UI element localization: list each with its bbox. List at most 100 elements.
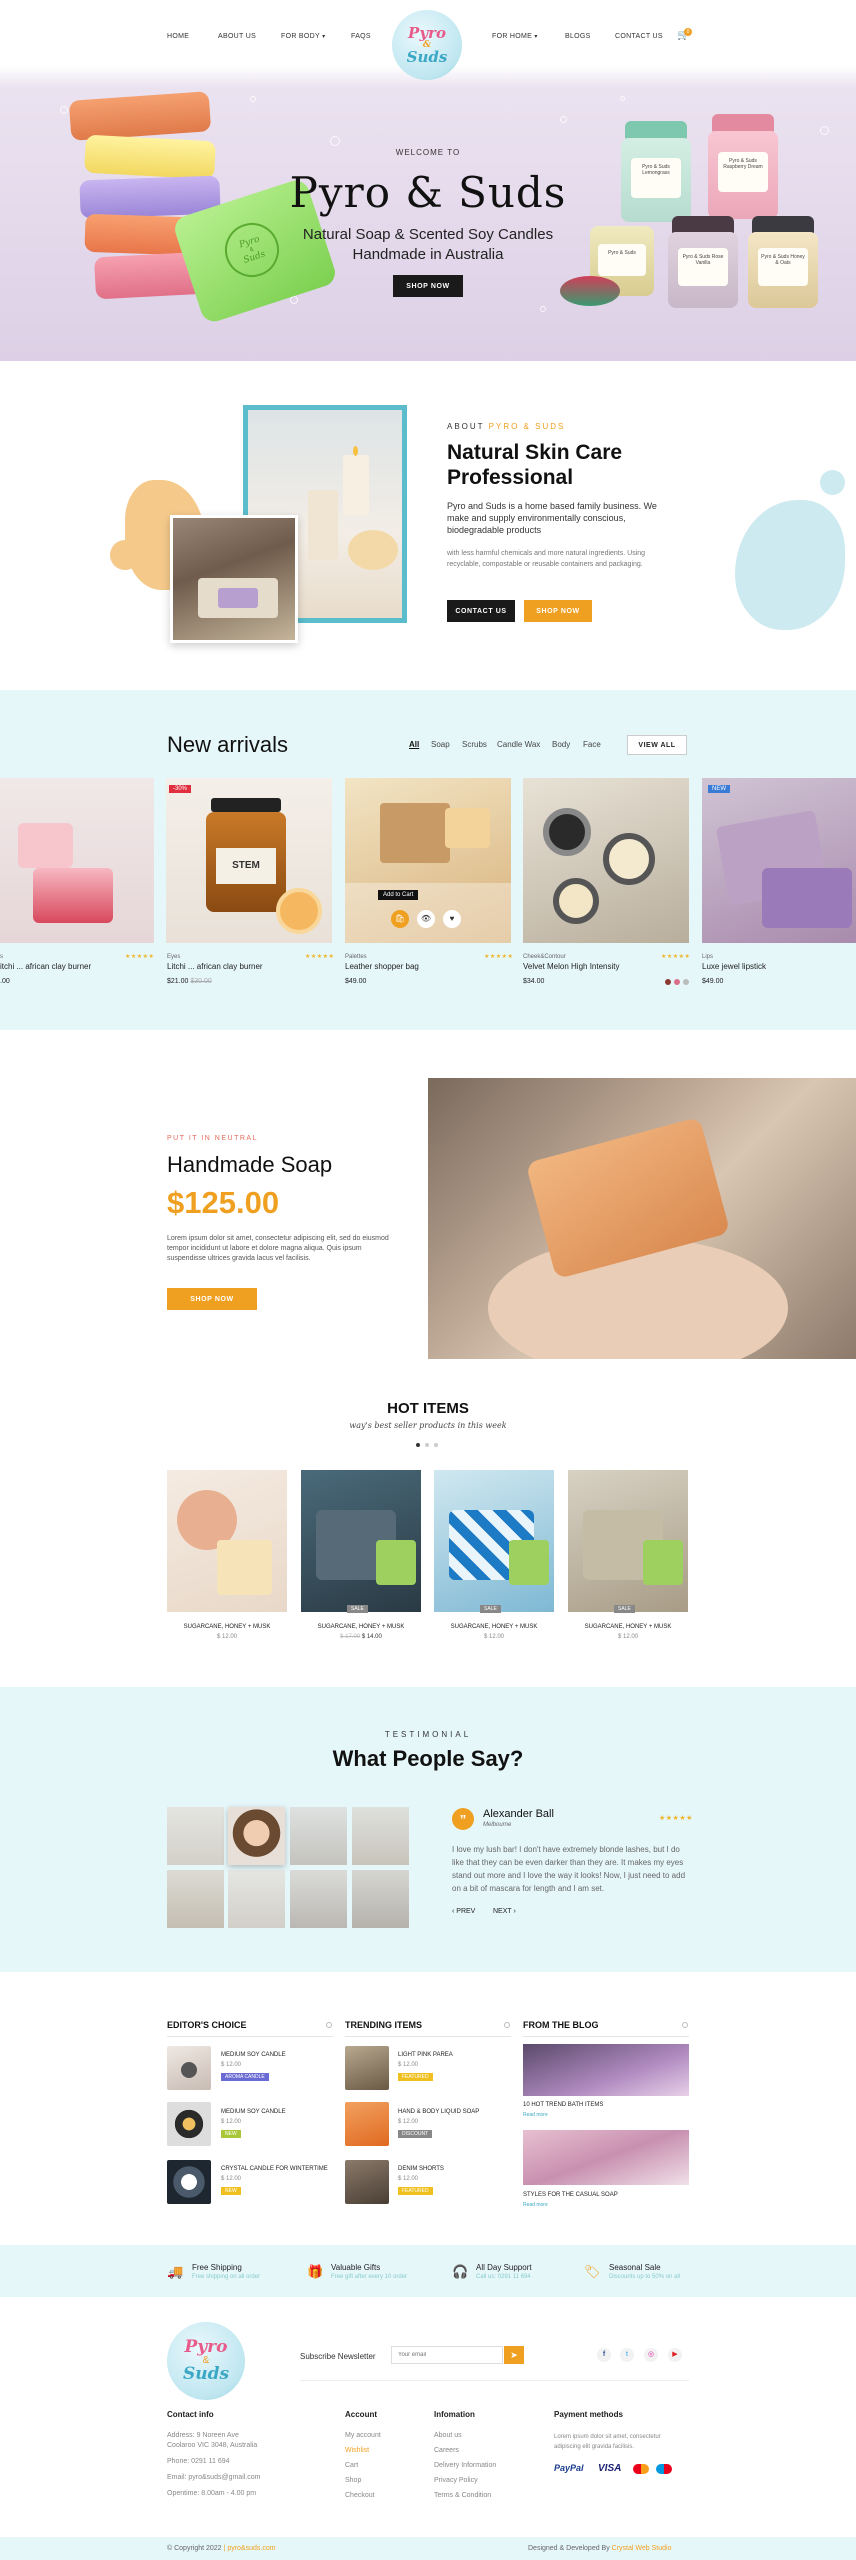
read-more-link[interactable]: Read more xyxy=(523,2112,548,2118)
list-item-name[interactable]: DENIM SHORTS xyxy=(398,2166,444,2172)
about-shop-now-button[interactable]: SHOP NOW xyxy=(524,600,592,622)
footer-link-careers[interactable]: Careers xyxy=(434,2447,459,2454)
email-text[interactable]: Email: pyro&suds@gmail.com xyxy=(167,2474,260,2481)
list-item-image[interactable] xyxy=(167,2046,211,2090)
blog-post-title[interactable]: STYLES FOR THE CASUAL SOAP xyxy=(523,2192,618,2198)
hot-item-name[interactable]: SUGARCANE, HONEY + MUSK xyxy=(301,1624,421,1630)
hot-item-image-2[interactable] xyxy=(301,1470,421,1612)
add-to-cart-icon[interactable]: 🛍 xyxy=(391,910,409,928)
product-name[interactable]: Leather shopper bag xyxy=(345,962,419,971)
nav-for-body[interactable]: FOR BODY ▾ xyxy=(281,33,325,40)
blog-image-2[interactable] xyxy=(523,2130,689,2185)
footer-link-terms[interactable]: Terms & Condition xyxy=(434,2492,491,2499)
blog-post-title[interactable]: 10 HOT TREND BATH ITEMS xyxy=(523,2102,603,2108)
contact-us-button[interactable]: CONTACT US xyxy=(447,600,515,622)
footer-link-shop[interactable]: Shop xyxy=(345,2477,361,2484)
customer-avatar-active[interactable] xyxy=(228,1807,285,1865)
footer-link-cart[interactable]: Cart xyxy=(345,2462,358,2469)
blog-image-1[interactable] xyxy=(523,2044,689,2096)
product-image-1[interactable] xyxy=(0,778,154,943)
list-item-image[interactable] xyxy=(167,2102,211,2146)
nav-contact[interactable]: CONTACT US xyxy=(615,33,663,40)
quick-view-icon[interactable]: 👁 xyxy=(417,910,435,928)
footer-link-wishlist[interactable]: Wishlist xyxy=(345,2447,369,2454)
next-button[interactable]: NEXT › xyxy=(493,1908,516,1915)
footer-link-privacy[interactable]: Privacy Policy xyxy=(434,2477,478,2484)
customer-avatar[interactable] xyxy=(167,1870,224,1928)
tab-face[interactable]: Face xyxy=(583,740,601,749)
carousel-dot[interactable] xyxy=(434,1443,438,1447)
list-item-name[interactable]: CRYSTAL CANDLE FOR WINTERTIME xyxy=(221,2166,328,2172)
customer-avatar[interactable] xyxy=(167,1807,224,1865)
send-icon[interactable]: ➤ xyxy=(504,2346,524,2364)
product-image-4[interactable] xyxy=(523,778,689,943)
hero-shop-now-button[interactable]: SHOP NOW xyxy=(393,275,463,297)
list-item-name[interactable]: LIGHT PINK PAREA xyxy=(398,2052,453,2058)
list-item-image[interactable] xyxy=(167,2160,211,2204)
tab-soap[interactable]: Soap xyxy=(431,740,450,749)
footer-link-my-account[interactable]: My account xyxy=(345,2432,381,2439)
hot-item-image-3[interactable] xyxy=(434,1470,554,1612)
wishlist-heart-icon[interactable]: ♥ xyxy=(443,910,461,928)
divider xyxy=(523,2036,689,2037)
credit-link[interactable]: Crystal Web Studio xyxy=(612,2545,672,2552)
color-swatch[interactable] xyxy=(665,979,671,985)
carousel-dot-active[interactable] xyxy=(416,1443,420,1447)
nav-blogs[interactable]: BLOGS xyxy=(565,33,591,40)
list-item-name[interactable]: MEDIUM SOY CANDLE xyxy=(221,2109,286,2115)
bubble xyxy=(620,96,625,101)
nav-for-home[interactable]: FOR HOME ▾ xyxy=(492,33,538,40)
customer-avatar[interactable] xyxy=(290,1807,347,1865)
footer-link-about[interactable]: About us xyxy=(434,2432,462,2439)
testimonial-city: Melbourne xyxy=(483,1822,512,1828)
product-name[interactable]: Luxe jewel lipstick xyxy=(702,962,766,971)
customer-avatar[interactable] xyxy=(228,1870,285,1928)
product-image-5[interactable] xyxy=(702,778,856,943)
tab-scrubs[interactable]: Scrubs xyxy=(462,740,487,749)
color-swatch[interactable] xyxy=(674,979,680,985)
prev-button[interactable]: ‹ PREV xyxy=(452,1908,475,1915)
list-item-image[interactable] xyxy=(345,2046,389,2090)
hot-item-name[interactable]: SUGARCANE, HONEY + MUSK xyxy=(568,1624,688,1630)
site-logo[interactable]: Pyro & Suds xyxy=(392,10,462,80)
tab-candle-wax[interactable]: Candle Wax xyxy=(497,740,540,749)
list-item-name[interactable]: HAND & BODY LIQUID SOAP xyxy=(398,2109,479,2115)
hot-item-image-1[interactable] xyxy=(167,1470,287,1612)
about-image-soap xyxy=(170,515,298,643)
nav-about[interactable]: ABOUT US xyxy=(218,33,256,40)
list-item-image[interactable] xyxy=(345,2160,389,2204)
product-name[interactable]: itchi ... african clay burner xyxy=(0,962,91,971)
customer-avatar[interactable] xyxy=(290,1870,347,1928)
hot-item-name[interactable]: SUGARCANE, HONEY + MUSK xyxy=(167,1624,287,1630)
nav-home[interactable]: HOME xyxy=(167,33,189,40)
footer-logo[interactable]: Pyro & Suds xyxy=(167,2322,245,2400)
product-name[interactable]: Litchi ... african clay burner xyxy=(167,962,263,971)
customer-avatar[interactable] xyxy=(352,1870,409,1928)
read-more-link[interactable]: Read more xyxy=(523,2202,548,2208)
feature-shop-now-button[interactable]: SHOP NOW xyxy=(167,1288,257,1310)
hot-item-name[interactable]: SUGARCANE, HONEY + MUSK xyxy=(434,1624,554,1630)
footer-link-checkout[interactable]: Checkout xyxy=(345,2492,375,2499)
instagram-icon[interactable]: ◎ xyxy=(644,2348,658,2362)
color-swatch[interactable] xyxy=(683,979,689,985)
view-all-button[interactable]: VIEW ALL xyxy=(627,735,687,755)
tab-all[interactable]: All xyxy=(409,740,419,749)
youtube-icon[interactable]: ▶ xyxy=(668,2348,682,2362)
twitter-icon[interactable]: t xyxy=(620,2348,634,2362)
nav-faqs[interactable]: FAQS xyxy=(351,33,371,40)
hot-item-image-4[interactable] xyxy=(568,1470,688,1612)
tab-body[interactable]: Body xyxy=(552,740,570,749)
carousel-dot[interactable] xyxy=(425,1443,429,1447)
product-image-2[interactable]: STEM xyxy=(166,778,332,943)
product-name[interactable]: Velvet Melon High Intensity xyxy=(523,962,620,971)
footer-link-delivery[interactable]: Delivery Information xyxy=(434,2462,496,2469)
candle xyxy=(343,455,369,515)
customer-avatar[interactable] xyxy=(352,1807,409,1865)
newsletter-email-input[interactable] xyxy=(391,2346,503,2364)
facebook-icon[interactable]: f xyxy=(597,2348,611,2362)
flame xyxy=(353,446,358,456)
list-item-image[interactable] xyxy=(345,2102,389,2146)
list-item-name[interactable]: MEDIUM SOY CANDLE xyxy=(221,2052,286,2058)
copyright-site-link[interactable]: pyro&suds.com xyxy=(227,2545,275,2552)
list-item-price: $ 12.00 xyxy=(221,2119,242,2125)
